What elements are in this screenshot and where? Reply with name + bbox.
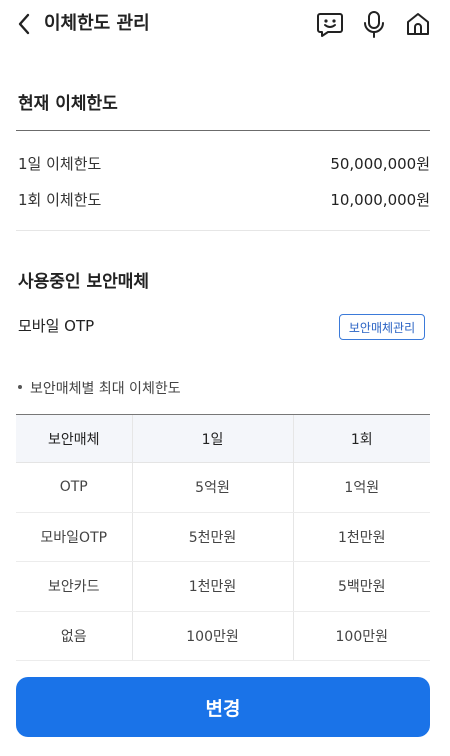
column-header: 1일	[131, 414, 293, 463]
table-row: OTP 5억원 1억원	[16, 462, 430, 513]
per-transfer-limit-label: 1회 이체한도	[18, 191, 102, 209]
current-limits-title: 현재 이체한도	[18, 94, 118, 114]
page-title: 이체한도 관리	[44, 13, 150, 34]
table-cell: OTP	[16, 462, 132, 513]
table-cell: 5백만원	[292, 561, 430, 612]
table-cell: 없음	[16, 611, 132, 661]
daily-limit-label: 1일 이체한도	[18, 155, 102, 173]
microphone-icon	[364, 11, 384, 38]
table-cell: 100만원	[292, 611, 430, 661]
table-cell: 5천만원	[131, 512, 293, 562]
home-button[interactable]	[404, 10, 432, 38]
change-button[interactable]: 변경	[16, 677, 430, 737]
max-limit-note: 보안매체별 최대 이체한도	[18, 378, 181, 398]
column-header: 보안매체	[16, 414, 132, 463]
table-cell: 1천만원	[131, 561, 293, 612]
table-cell: 1천만원	[292, 512, 430, 562]
voice-button[interactable]	[360, 10, 388, 38]
divider	[16, 130, 430, 131]
bullet-icon	[18, 385, 22, 389]
divider	[16, 230, 430, 231]
daily-limit-value: 50,000,000원	[330, 155, 430, 173]
table-cell: 보안카드	[16, 561, 132, 612]
table-cell: 모바일OTP	[16, 512, 132, 562]
security-device-name: 모바일 OTP	[18, 317, 95, 335]
chatbot-icon	[317, 13, 343, 37]
table-cell: 100만원	[131, 611, 293, 661]
table-row: 없음 100만원 100만원	[16, 611, 430, 661]
chatbot-button[interactable]	[316, 10, 344, 38]
table-cell: 1억원	[292, 462, 430, 513]
security-device-manage-button[interactable]: 보안매체관리	[339, 314, 425, 340]
table-header-row: 보안매체 1일 1회	[16, 414, 430, 463]
back-arrow-icon	[18, 13, 30, 35]
back-button[interactable]	[12, 12, 36, 36]
table-row: 모바일OTP 5천만원 1천만원	[16, 512, 430, 562]
table-row: 보안카드 1천만원 5백만원	[16, 561, 430, 612]
app-header: 이체한도 관리	[0, 0, 450, 50]
security-device-title: 사용중인 보안매체	[18, 272, 150, 292]
max-limit-table: 보안매체 1일 1회 OTP 5억원 1억원 모바일OTP 5천만원 1천만원 …	[16, 414, 430, 661]
per-transfer-limit-value: 10,000,000원	[330, 191, 430, 209]
home-icon	[407, 13, 429, 35]
table-cell: 5억원	[131, 462, 293, 513]
column-header: 1회	[292, 414, 430, 463]
max-limit-note-text: 보안매체별 최대 이체한도	[30, 381, 181, 397]
